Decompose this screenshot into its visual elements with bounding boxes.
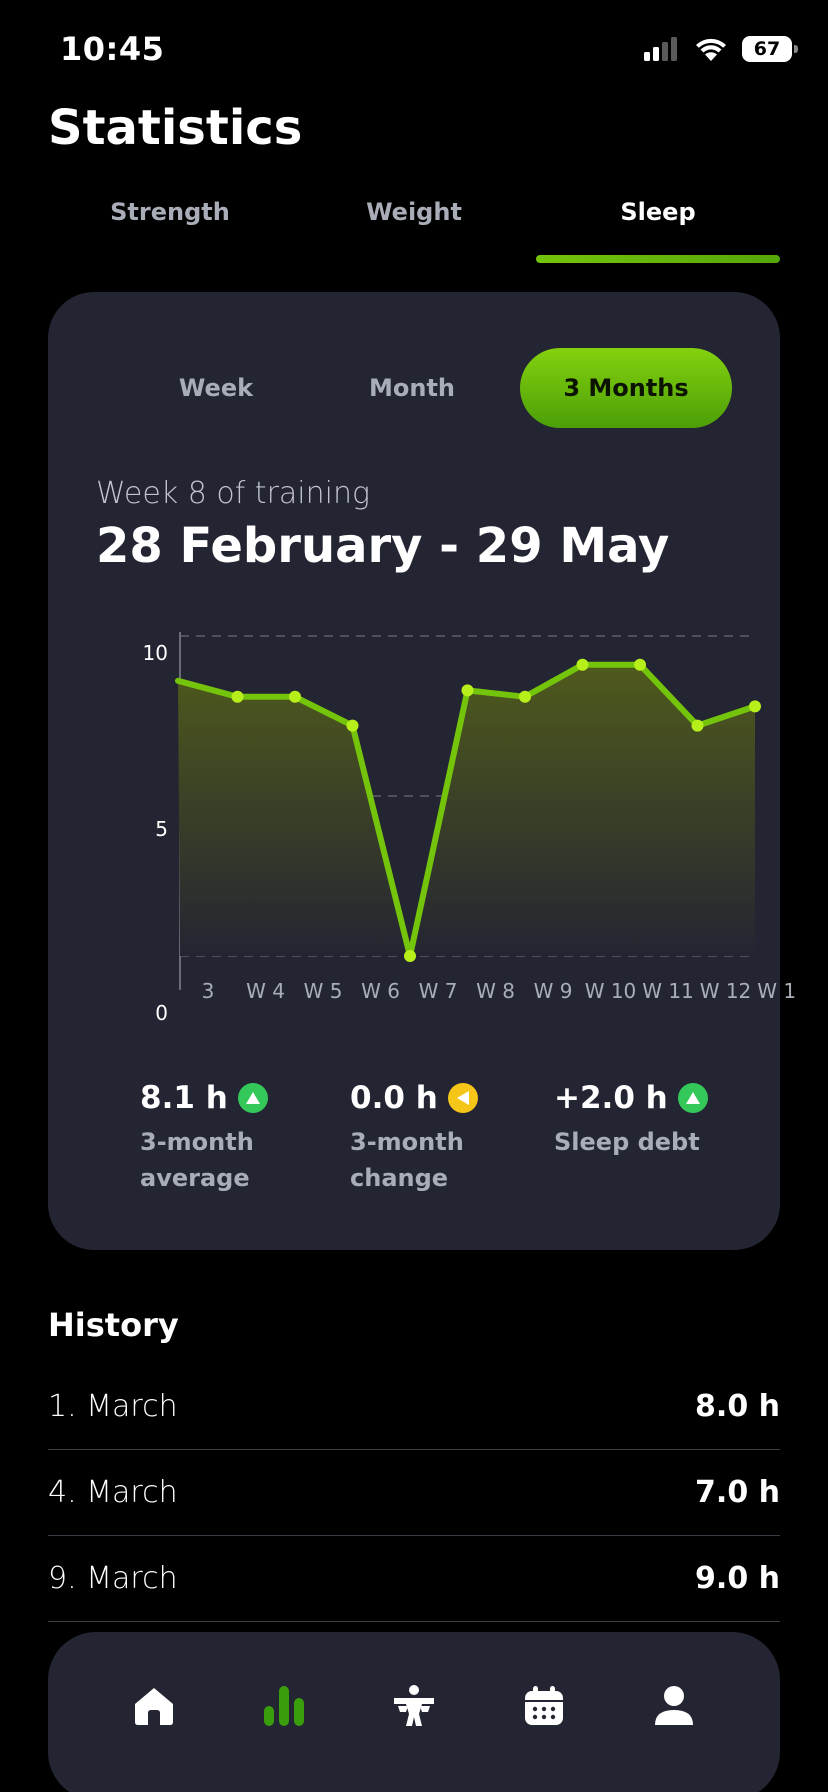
chart-x-tick-label: W 12 bbox=[700, 979, 752, 1003]
chart-data-point bbox=[691, 719, 704, 732]
nav-home[interactable] bbox=[124, 1676, 184, 1736]
history-row[interactable]: 1. March 8.0 h bbox=[48, 1364, 780, 1450]
bottom-navigation bbox=[48, 1632, 780, 1792]
home-icon bbox=[135, 1688, 173, 1725]
profile-icon bbox=[655, 1686, 693, 1725]
chart-y-tick-label: 0 bbox=[155, 1001, 168, 1025]
stat-label: average bbox=[140, 1164, 250, 1192]
tab-sleep[interactable]: Sleep bbox=[536, 198, 780, 226]
stat-sleep-debt: +2.0 h Sleep debt bbox=[554, 1080, 708, 1160]
status-time: 10:45 bbox=[60, 30, 165, 68]
history-row[interactable]: 4. March 7.0 h bbox=[48, 1450, 780, 1536]
battery-indicator: 67 bbox=[742, 36, 798, 62]
history-date: 9. March bbox=[48, 1561, 178, 1596]
chart-data-point bbox=[346, 719, 359, 732]
stat-value: 0.0 h bbox=[350, 1080, 438, 1116]
chart-x-tick-label: W 6 bbox=[361, 979, 400, 1003]
triangle-left-icon bbox=[447, 1083, 478, 1113]
tab-strength[interactable]: Strength bbox=[48, 198, 292, 226]
nav-exercise[interactable] bbox=[384, 1676, 444, 1736]
chart-x-tick-label: W 10 bbox=[585, 979, 637, 1003]
exercise-icon bbox=[394, 1685, 434, 1726]
sleep-stats-card: Week Month 3 Months Week 8 of training 2… bbox=[48, 292, 796, 1250]
chart-data-point bbox=[289, 690, 301, 703]
range-tab-month[interactable]: Month bbox=[306, 348, 518, 428]
chart-data-point bbox=[749, 700, 761, 713]
sleep-chart: 0 5 10 3 W 4 W 5 W 6 W 7 W 8 W 9 W 10W 11W 12W 13 bbox=[143, 632, 796, 1025]
history-value: 9.0 h bbox=[695, 1561, 780, 1596]
nav-calendar[interactable] bbox=[514, 1676, 574, 1736]
triangle-up-icon bbox=[677, 1083, 708, 1113]
chart-x-tick-label: 3 bbox=[202, 979, 215, 1003]
chart-data-point bbox=[404, 950, 416, 962]
wifi-icon bbox=[696, 38, 726, 61]
stat-label: 3-month bbox=[350, 1128, 464, 1156]
nav-statistics[interactable] bbox=[254, 1676, 314, 1736]
stat-label: change bbox=[350, 1164, 449, 1192]
calendar-icon bbox=[525, 1686, 563, 1725]
summary-stats: 8.1 h 3-month average 0.0 h 3-month chan… bbox=[48, 1080, 780, 1210]
training-week-label: Week 8 of training bbox=[96, 476, 370, 511]
triangle-up-icon bbox=[237, 1083, 268, 1113]
stat-value: 8.1 h bbox=[140, 1080, 228, 1116]
history-value: 7.0 h bbox=[695, 1475, 780, 1510]
nav-profile[interactable] bbox=[644, 1676, 704, 1736]
stat-3-month-change: 0.0 h 3-month change bbox=[350, 1080, 478, 1196]
chart-x-tick-label: W 7 bbox=[419, 979, 458, 1003]
chart-x-tick-label: W 4 bbox=[246, 979, 285, 1003]
stat-value: +2.0 h bbox=[554, 1080, 668, 1116]
history-row[interactable]: 9. March 9.0 h bbox=[48, 1536, 780, 1622]
chart-y-tick-label: 10 bbox=[143, 641, 168, 665]
history-title: History bbox=[48, 1306, 179, 1344]
chart-x-tick-label: W 8 bbox=[476, 979, 515, 1003]
chart-data-point bbox=[634, 658, 646, 671]
main-tabs: Strength Weight Sleep bbox=[48, 198, 780, 268]
chart-x-tick-label: W 5 bbox=[304, 979, 343, 1003]
cellular-signal-icon bbox=[644, 37, 677, 61]
chart-x-tick-label: W 9 bbox=[534, 979, 573, 1003]
range-tab-3-months[interactable]: 3 Months bbox=[520, 348, 732, 428]
chart-y-tick-label: 5 bbox=[155, 817, 168, 841]
chart-data-point bbox=[519, 690, 531, 703]
stat-label: 3-month bbox=[140, 1128, 254, 1156]
chart-x-tick-label: W 13 bbox=[757, 979, 796, 1003]
history-value: 8.0 h bbox=[695, 1389, 780, 1424]
history-date: 1. March bbox=[48, 1389, 178, 1424]
date-range-title: 28 February - 29 May bbox=[96, 518, 670, 574]
history-list: 1. March 8.0 h 4. March 7.0 h 9. March 9… bbox=[48, 1364, 780, 1622]
status-icons: 67 bbox=[644, 36, 798, 62]
chart-x-tick-label: W 11 bbox=[642, 979, 694, 1003]
history-date: 4. March bbox=[48, 1475, 178, 1510]
battery-level: 67 bbox=[753, 38, 781, 60]
status-bar: 10:45 67 bbox=[0, 0, 828, 100]
chart-data-point bbox=[461, 684, 474, 697]
tab-weight[interactable]: Weight bbox=[292, 198, 536, 226]
stat-3-month-average: 8.1 h 3-month average bbox=[140, 1080, 268, 1196]
statistics-icon bbox=[264, 1686, 304, 1726]
range-tab-week[interactable]: Week bbox=[110, 348, 322, 428]
page-title: Statistics bbox=[48, 100, 303, 156]
active-tab-indicator bbox=[536, 255, 780, 263]
stat-label: Sleep debt bbox=[554, 1128, 700, 1156]
chart-data-point bbox=[576, 658, 589, 671]
chart-data-point bbox=[231, 690, 244, 703]
